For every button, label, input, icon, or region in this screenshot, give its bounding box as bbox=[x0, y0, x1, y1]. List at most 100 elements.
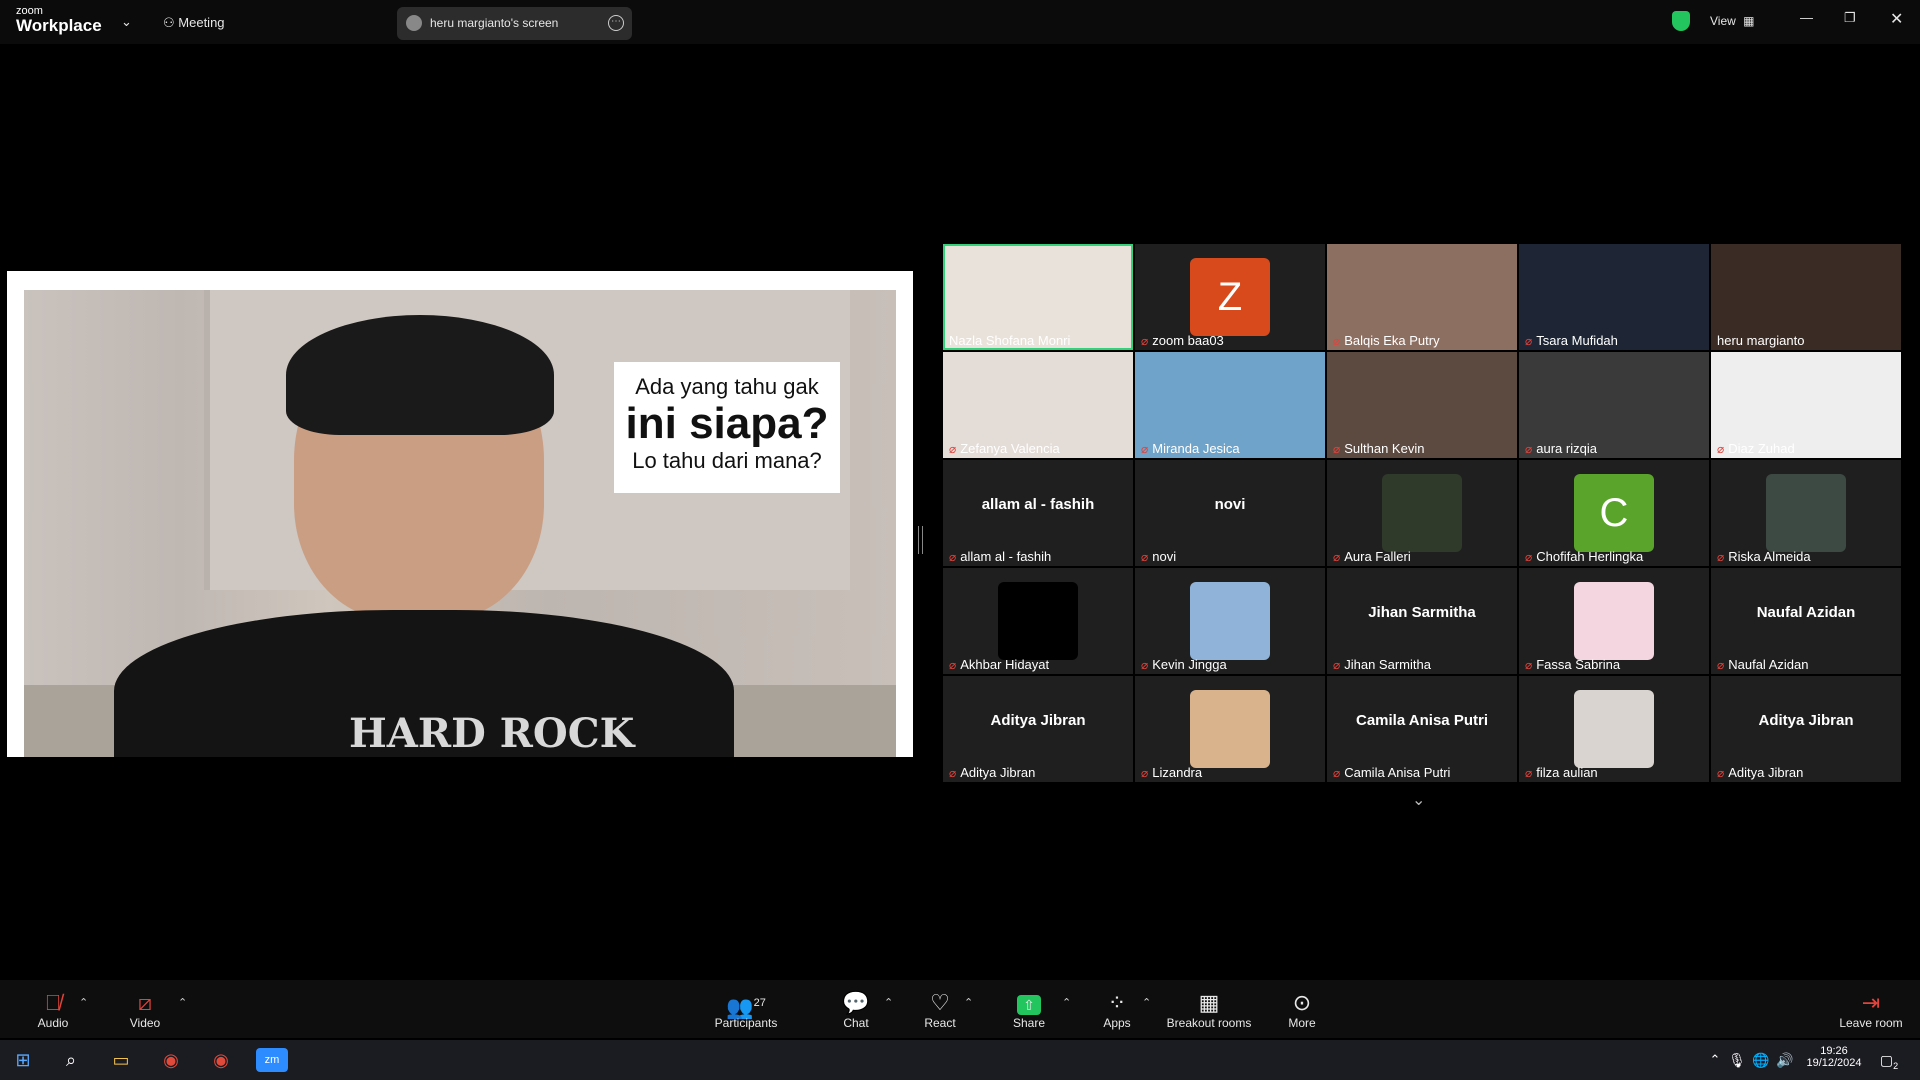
participant-name-label: Lizandra bbox=[1152, 765, 1203, 780]
tray-mic-icon[interactable]: 🎙 bbox=[1724, 1048, 1750, 1072]
participant-tile[interactable]: ⌀ aura rizqia bbox=[1519, 352, 1709, 458]
participant-tile[interactable]: ⌀ Kevin Jingga bbox=[1135, 568, 1325, 674]
close-button[interactable]: ✕ bbox=[1890, 9, 1903, 29]
participant-tile[interactable]: ⌀ Zefanya Valencia bbox=[943, 352, 1133, 458]
meeting-menu[interactable]: ⚇ Meeting bbox=[163, 15, 225, 31]
meeting-icon: ⚇ bbox=[163, 15, 175, 30]
react-options-caret[interactable]: ⌃ bbox=[964, 996, 973, 1009]
apps-options-caret[interactable]: ⌃ bbox=[1142, 996, 1151, 1009]
participant-tile[interactable]: ⌀ Lizandra bbox=[1135, 676, 1325, 782]
participants-icon: 👥27 bbox=[726, 994, 766, 1020]
participant-name-label: Camila Anisa Putri bbox=[1344, 765, 1451, 780]
split-resize-handle[interactable] bbox=[918, 526, 923, 554]
avatar: Z bbox=[1190, 258, 1270, 336]
participant-name: ⌀ zoom baa03 bbox=[1141, 333, 1224, 348]
participant-name-label: Aura Falleri bbox=[1344, 549, 1411, 564]
file-explorer-icon[interactable]: ▭ bbox=[108, 1048, 134, 1072]
participant-tile[interactable]: ⌀ Balqis Eka Putry bbox=[1327, 244, 1517, 350]
participant-tile[interactable]: ⌀ Aura Falleri bbox=[1327, 460, 1517, 566]
notification-icon[interactable]: ▢2 bbox=[1876, 1048, 1902, 1072]
muted-mic-icon: ⌀ bbox=[1141, 334, 1149, 348]
participant-tile[interactable]: Aditya Jibran ⌀ Aditya Jibran bbox=[1711, 676, 1901, 782]
participant-tile[interactable]: ⌀ Sulthan Kevin bbox=[1327, 352, 1517, 458]
participant-name: ⌀ Camila Anisa Putri bbox=[1333, 765, 1450, 780]
apps-button[interactable]: ⁘ Apps bbox=[1099, 990, 1135, 1030]
participant-name: ⌀ Tsara Mufidah bbox=[1525, 333, 1618, 348]
participant-name: ⌀ Sulthan Kevin bbox=[1333, 441, 1424, 456]
participant-tile[interactable]: ⌀ Riska Almeida bbox=[1711, 460, 1901, 566]
participant-tile[interactable]: ⌀ Akhbar Hidayat bbox=[943, 568, 1133, 674]
leave-room-button[interactable]: ⇥ Leave room bbox=[1836, 990, 1906, 1030]
participant-tile[interactable]: Camila Anisa Putri ⌀ Camila Anisa Putri bbox=[1327, 676, 1517, 782]
gallery-scroll-down-icon[interactable]: ⌄ bbox=[1412, 790, 1425, 810]
participant-tile[interactable]: ⌀ filza aulian bbox=[1519, 676, 1709, 782]
search-icon[interactable]: ⌕ bbox=[58, 1048, 84, 1072]
participant-name: ⌀ Fassa Sabrina bbox=[1525, 657, 1620, 672]
participant-tile[interactable]: Z ⌀ zoom baa03 bbox=[1135, 244, 1325, 350]
participant-display-name: allam al - fashih bbox=[981, 496, 1095, 513]
app-menu-chevron-icon[interactable]: ⌄ bbox=[121, 14, 132, 30]
chrome-profile-icon[interactable]: ◉ bbox=[208, 1048, 234, 1072]
participant-name: ⌀ Balqis Eka Putry bbox=[1333, 333, 1440, 348]
chat-button[interactable]: 💬 Chat bbox=[838, 990, 874, 1030]
participant-tile[interactable]: Jihan Sarmitha ⌀ Jihan Sarmitha bbox=[1327, 568, 1517, 674]
participant-tile[interactable]: novi ⌀ novi bbox=[1135, 460, 1325, 566]
participant-name-label: Aditya Jibran bbox=[1728, 765, 1804, 780]
participant-tile[interactable]: ⌀ Fassa Sabrina bbox=[1519, 568, 1709, 674]
participant-tile[interactable]: C ⌀ Chofifah Herlingka bbox=[1519, 460, 1709, 566]
question-line-1: Ada yang tahu gak bbox=[635, 374, 819, 399]
volume-icon[interactable]: 🔊 bbox=[1772, 1048, 1798, 1072]
avatar bbox=[1574, 690, 1654, 768]
participants-button[interactable]: 👥27 Participants bbox=[712, 990, 780, 1030]
windows-start-icon[interactable]: ⊞ bbox=[10, 1048, 36, 1072]
minimize-button[interactable]: — bbox=[1800, 10, 1813, 25]
share-options-icon[interactable]: ⋯ bbox=[608, 15, 624, 31]
participant-name: ⌀ Lizandra bbox=[1141, 765, 1202, 780]
participant-tile[interactable]: allam al - fashih ⌀ allam al - fashih bbox=[943, 460, 1133, 566]
view-button[interactable]: View ▦ bbox=[1710, 14, 1754, 28]
video-options-caret[interactable]: ⌃ bbox=[178, 996, 187, 1009]
breakout-rooms-button[interactable]: ▦ Breakout rooms bbox=[1164, 990, 1254, 1030]
participant-tile[interactable]: ⌀ Miranda Jesica bbox=[1135, 352, 1325, 458]
participant-tile[interactable]: ⌀ Diaz Zuhad bbox=[1711, 352, 1901, 458]
avatar bbox=[1190, 582, 1270, 660]
participant-tile[interactable]: ⌀ Tsara Mufidah bbox=[1519, 244, 1709, 350]
audio-button[interactable]: 🎙̸ Audio bbox=[34, 990, 72, 1030]
muted-mic-icon: ⌀ bbox=[1333, 550, 1341, 564]
breakout-grid-icon: ▦ bbox=[1198, 990, 1220, 1015]
participant-name-label: Chofifah Herlingka bbox=[1536, 549, 1644, 564]
participant-name-label: Naufal Azidan bbox=[1728, 657, 1809, 672]
participant-display-name: Camila Anisa Putri bbox=[1356, 712, 1488, 729]
participant-tile[interactable]: Aditya Jibran ⌀ Aditya Jibran bbox=[943, 676, 1133, 782]
participant-tile[interactable]: heru margianto bbox=[1711, 244, 1901, 350]
screen-share-pill[interactable]: heru margianto's screen ⋯ bbox=[397, 7, 632, 40]
participant-name: heru margianto bbox=[1717, 333, 1804, 348]
restore-button[interactable]: ❐ bbox=[1844, 10, 1856, 26]
video-button[interactable]: ⧄ Video bbox=[126, 990, 164, 1030]
shirt-print: HARD ROCK bbox=[349, 710, 635, 757]
more-button[interactable]: ⊙ More bbox=[1284, 990, 1320, 1030]
participant-name-label: Sulthan Kevin bbox=[1344, 441, 1425, 456]
share-options-caret[interactable]: ⌃ bbox=[1062, 996, 1071, 1009]
chat-options-caret[interactable]: ⌃ bbox=[884, 996, 893, 1009]
share-button[interactable]: ⇧ Share bbox=[1010, 990, 1048, 1030]
participant-name-label: filza aulian bbox=[1536, 765, 1598, 780]
participant-name-label: zoom baa03 bbox=[1152, 333, 1224, 348]
question-line-3: Lo tahu dari mana? bbox=[632, 448, 822, 473]
more-label: More bbox=[1288, 1016, 1316, 1030]
participant-name: ⌀ filza aulian bbox=[1525, 765, 1598, 780]
participant-tile[interactable]: Nazla Shofana Monri bbox=[943, 244, 1133, 350]
participant-name: ⌀ Riska Almeida bbox=[1717, 549, 1811, 564]
participant-tile[interactable]: Naufal Azidan ⌀ Naufal Azidan bbox=[1711, 568, 1901, 674]
chrome-icon[interactable]: ◉ bbox=[158, 1048, 184, 1072]
participant-name-label: Riska Almeida bbox=[1728, 549, 1811, 564]
question-card: Ada yang tahu gak ini siapa? Lo tahu dar… bbox=[614, 362, 840, 493]
audio-options-caret[interactable]: ⌃ bbox=[79, 996, 88, 1009]
muted-mic-icon: ⌀ bbox=[949, 550, 957, 564]
network-icon[interactable]: 🌐 bbox=[1748, 1048, 1774, 1072]
zoom-app-icon[interactable]: zm bbox=[256, 1048, 288, 1072]
react-button[interactable]: ♡ React bbox=[921, 990, 959, 1030]
clock[interactable]: 19:26 19/12/2024 bbox=[1804, 1045, 1864, 1069]
participant-name: ⌀ Kevin Jingga bbox=[1141, 657, 1227, 672]
encryption-shield-icon[interactable] bbox=[1672, 11, 1690, 31]
